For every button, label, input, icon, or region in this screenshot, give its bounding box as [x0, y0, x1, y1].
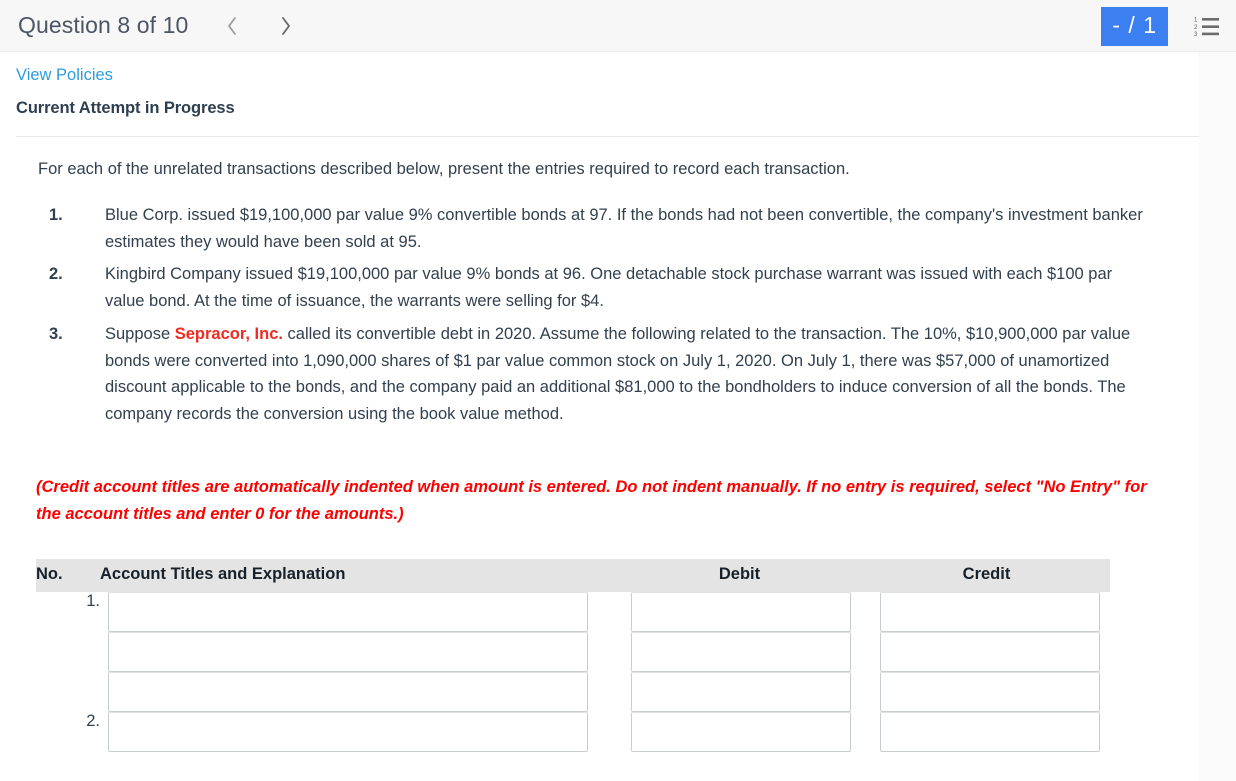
svg-text:3: 3: [1194, 32, 1198, 37]
account-title-input[interactable]: [108, 591, 588, 632]
credit-amount-input[interactable]: [880, 631, 1100, 672]
credit-cell: [863, 631, 1110, 672]
row-number: [36, 672, 100, 712]
list-item: 3. Suppose Sepracor, Inc. called its conv…: [0, 321, 1199, 428]
svg-text:1: 1: [1194, 18, 1198, 24]
journal-entry-table: No. Account Titles and Explanation Debit…: [36, 558, 1110, 752]
account-cell: [100, 631, 616, 672]
credit-amount-input[interactable]: [880, 711, 1100, 752]
column-header-credit: Credit: [863, 558, 1110, 592]
company-name-highlight: Sepracor, Inc.: [174, 324, 283, 343]
debit-cell: [616, 591, 863, 632]
table-row: [36, 631, 1110, 672]
chevron-left-icon[interactable]: [224, 13, 240, 39]
score-badge[interactable]: - / 1: [1101, 6, 1168, 46]
list-item-text: Kingbird Company issued $19,100,000 par …: [105, 265, 1113, 311]
account-title-input[interactable]: [108, 711, 588, 752]
row-number: 1.: [86, 591, 100, 610]
list-item: 2. Kingbird Company issued $19,100,000 pa…: [0, 261, 1199, 314]
account-cell: [100, 671, 616, 712]
view-policies-row: View Policies: [0, 52, 1199, 85]
question-content-panel: View Policies Current Attempt in Progres…: [0, 52, 1199, 781]
question-navigation: [224, 13, 294, 39]
transactions-list: 1. Blue Corp. issued $19,100,000 par valu…: [0, 202, 1199, 428]
header-divider: [16, 136, 1199, 137]
column-header-account: Account Titles and Explanation: [100, 558, 616, 592]
list-item-text: Blue Corp. issued $19,100,000 par value …: [105, 205, 1143, 251]
attempt-status-label: Current Attempt in Progress: [16, 99, 235, 117]
top-header-bar: Question 8 of 10 - / 1 1 2 3: [0, 0, 1236, 52]
table-row: 1.: [36, 591, 1110, 632]
list-item-text-prefix: Suppose: [105, 324, 175, 343]
view-policies-link[interactable]: View Policies: [16, 66, 113, 85]
credit-cell: [863, 711, 1110, 752]
question-intro-text: For each of the unrelated transactions d…: [38, 160, 850, 178]
table-row: 2.: [36, 711, 1110, 752]
journal-entry-body: 1. 2.: [36, 591, 1110, 752]
table-row: [36, 671, 1110, 712]
numbered-list-icon[interactable]: 1 2 3: [1194, 15, 1220, 38]
debit-amount-input[interactable]: [631, 671, 851, 712]
page-title: Question 8 of 10: [18, 12, 189, 38]
list-item-number: 3.: [49, 324, 63, 343]
debit-cell: [616, 671, 863, 712]
svg-text:2: 2: [1194, 25, 1198, 31]
right-gutter: [1199, 52, 1236, 781]
credit-amount-input[interactable]: [880, 591, 1100, 632]
debit-amount-input[interactable]: [631, 591, 851, 632]
account-title-input[interactable]: [108, 671, 588, 712]
credit-amount-input[interactable]: [880, 671, 1100, 712]
account-cell: [100, 591, 616, 632]
credit-cell: [863, 591, 1110, 632]
debit-amount-input[interactable]: [631, 711, 851, 752]
debit-cell: [616, 631, 863, 672]
credit-cell: [863, 671, 1110, 712]
column-header-no: No.: [36, 558, 100, 592]
list-item-number: 1.: [49, 205, 63, 224]
column-header-debit: Debit: [616, 558, 863, 592]
debit-cell: [616, 711, 863, 752]
account-cell: [100, 711, 616, 752]
chevron-right-icon[interactable]: [278, 13, 294, 39]
table-header-row: No. Account Titles and Explanation Debit…: [36, 558, 1110, 592]
header-right-controls: - / 1 1 2 3: [1101, 0, 1220, 52]
list-item: 1. Blue Corp. issued $19,100,000 par valu…: [0, 202, 1199, 255]
list-item-number: 2.: [49, 265, 63, 284]
debit-amount-input[interactable]: [631, 631, 851, 672]
row-number: [36, 632, 100, 672]
credit-instructions-note: (Credit account titles are automatically…: [36, 477, 1147, 524]
account-title-input[interactable]: [108, 631, 588, 672]
row-number: 2.: [86, 711, 100, 730]
